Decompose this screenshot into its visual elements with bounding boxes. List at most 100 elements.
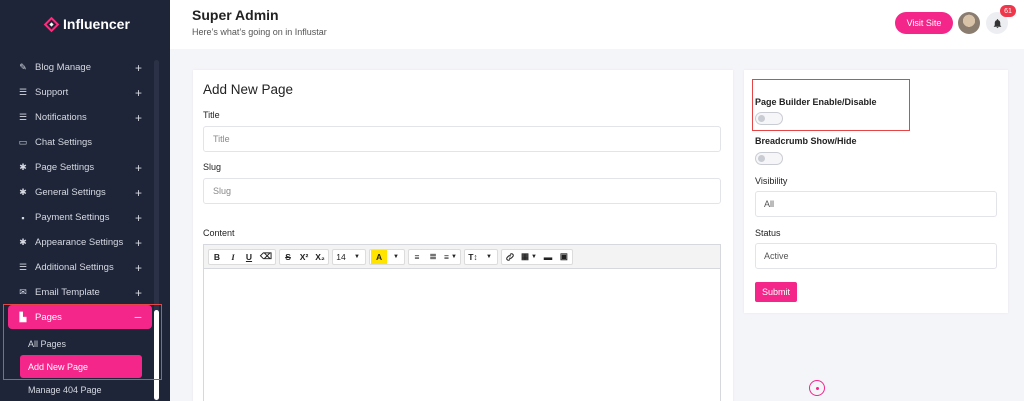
breadcrumb-label: Breadcrumb Show/Hide [755,136,857,146]
text-style-icon: T↕ [468,251,478,262]
sidebar-item-support[interactable]: ☰ Support + [0,80,160,105]
sidebar-item-label: Blog Manage [35,62,91,73]
logo-icon [43,16,60,32]
sidebar-item-additional-settings[interactable]: ☰ Additional Settings + [0,255,160,280]
subscript-button[interactable]: X₂ [312,250,328,264]
sidebar-item-label: Appearance Settings [35,237,124,248]
link-button[interactable] [502,250,518,264]
breadcrumb-toggle[interactable] [755,152,783,165]
loading-indicator [809,380,825,396]
plus-icon: + [134,285,142,300]
briefcase-icon: ▪ [21,212,25,223]
strikethrough-button[interactable]: S [280,250,296,264]
underline-button[interactable]: U [241,250,257,264]
sidebar-item-notifications[interactable]: ☰ Notifications + [0,105,160,130]
slug-input[interactable]: Slug [203,178,721,204]
toolbar-group-insert: ▦ ▼ ▬ ▣ [500,248,573,265]
chevron-down-icon: ▼ [530,253,537,260]
text-color-icon: A [371,249,388,264]
italic-button[interactable]: I [225,250,241,264]
status-select[interactable]: Active [755,243,997,269]
notification-count-badge: 61 [1000,5,1016,17]
brand-logo[interactable]: Influencer [43,16,130,32]
horizontal-rule-button[interactable]: ▬ [540,250,556,264]
image-button[interactable]: ▣ [556,250,572,264]
title-label: Title [203,110,220,120]
unordered-list-button[interactable]: ≡ [409,250,425,264]
bell-icon [993,18,1001,28]
content-label: Content [203,228,235,238]
sidebar-item-label: General Settings [35,187,106,198]
editor-toolbar: B I U ⌫ S X² X₂ 14 ▼ A ▼ ≡ ≣ ≡ ▼ T↕ ▼ ▦ … [204,245,720,269]
plus-icon: + [134,160,142,175]
plus-icon: + [134,60,142,75]
sidebar-item-label: Chat Settings [35,137,93,148]
slug-label: Slug [203,162,222,172]
plus-icon: + [134,110,142,125]
sidebar-item-blog-manage[interactable]: ✎ Blog Manage + [0,55,160,80]
chevron-down-icon: ▼ [393,253,399,260]
ordered-list-button[interactable]: ≣ [425,250,441,264]
superscript-button[interactable]: X² [296,250,312,264]
chevron-down-icon: ▼ [354,253,360,260]
highlight-box-page-builder [752,79,910,131]
sidebar-item-page-settings[interactable]: ✱ Page Settings + [0,155,160,180]
color-dropdown[interactable]: A ▼ [369,248,406,265]
sidebar-item-label: Page Settings [35,162,95,173]
brand-name: Influencer [63,16,130,32]
chevron-down-icon: ▼ [485,253,492,260]
link-icon [506,252,514,261]
sidebar-item-email-template[interactable]: ✉ Email Template + [0,280,160,305]
bold-button[interactable]: B [209,250,225,264]
sidebar-item-label: Email Template [35,287,100,298]
plus-icon: + [134,260,142,275]
mail-icon: ✉ [19,287,27,297]
toolbar-group-para: ≡ ≣ ≡ ▼ [408,248,461,265]
plus-icon: + [134,235,142,250]
sidebar-item-chat-settings[interactable]: ▭ Chat Settings [0,130,160,155]
chevron-down-icon: ▼ [451,253,457,260]
list-icon: ☰ [18,87,28,97]
font-size-dropdown[interactable]: 14 ▼ [332,248,367,265]
sidebar-item-label: Support [35,87,69,98]
top-header: Super Admin Here’s what’s going on in In… [170,0,1024,49]
sidebar-item-appearance-settings[interactable]: ✱ Appearance Settings + [0,230,160,255]
blog-icon: ✎ [19,62,27,72]
form-heading: Add New Page [203,82,294,97]
avatar[interactable] [958,12,980,34]
status-label: Status [755,228,781,238]
eraser-button[interactable]: ⌫ [257,250,275,264]
subnav-manage-404-page[interactable]: Manage 404 Page [0,378,160,401]
sidebar-item-general-settings[interactable]: ✱ General Settings + [0,180,160,205]
chat-icon: ▭ [18,137,28,147]
gear-icon: ✱ [19,187,27,197]
list-icon: ☰ [18,112,28,122]
add-page-card: Add New Page Title Title Slug Slug Conte… [193,70,733,401]
title-input[interactable]: Title [203,126,721,152]
image-icon: ▣ [559,251,568,261]
toolbar-group-style: B I U ⌫ [208,248,277,265]
visibility-label: Visibility [755,176,788,186]
hr-icon: ▬ [543,251,553,262]
page-subtitle: Here’s what’s going on in Influstar [192,27,327,37]
list-icon: ☰ [18,262,28,272]
sidebar-item-label: Notifications [35,112,87,123]
submit-button[interactable]: Submit [755,282,797,302]
sidebar-item-label: Additional Settings [35,262,114,273]
plus-icon: + [134,185,142,200]
table-icon: ▦ [520,251,529,261]
toolbar-group-font: S X² X₂ [279,248,330,265]
table-dropdown[interactable]: ▦ ▼ [518,250,540,264]
visit-site-button[interactable]: Visit Site [895,12,953,34]
sidebar-item-payment-settings[interactable]: ▪ Payment Settings + [0,205,160,230]
visibility-select[interactable]: All [755,191,997,217]
align-dropdown[interactable]: ≡ ▼ [441,250,460,264]
align-icon: ≡ [444,251,449,262]
eraser-icon: ⌫ [260,251,273,261]
text-style-dropdown[interactable]: T↕ ▼ [463,248,498,265]
plus-icon: + [134,85,142,100]
highlight-box-pages [3,304,162,380]
content-editor[interactable]: B I U ⌫ S X² X₂ 14 ▼ A ▼ ≡ ≣ ≡ ▼ T↕ ▼ ▦ … [203,244,721,401]
plus-icon: + [134,210,142,225]
gear-icon: ✱ [19,237,27,247]
